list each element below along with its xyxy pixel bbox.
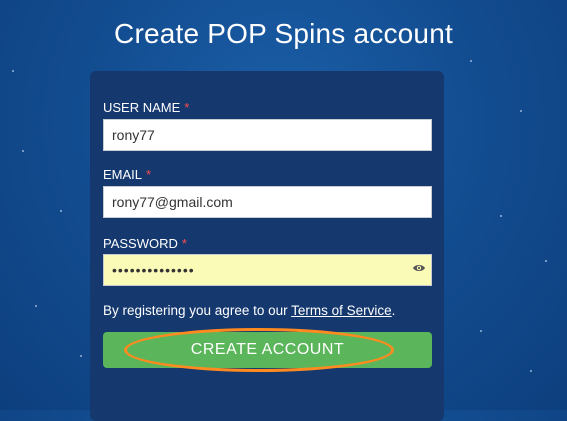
required-mark: * — [184, 100, 190, 115]
required-mark: * — [146, 167, 152, 182]
create-account-button[interactable]: CREATE ACCOUNT — [103, 332, 432, 368]
registration-form: USER NAME* EMAIL* PASSWORD* By registeri… — [90, 71, 444, 421]
page-title: Create POP Spins account — [114, 18, 453, 49]
password-label-text: PASSWORD — [103, 236, 178, 251]
email-label: EMAIL * — [103, 167, 151, 182]
terms-agreement: By registering you agree to our Terms of… — [103, 303, 395, 318]
agreement-prefix: By registering you agree to our — [103, 303, 292, 318]
password-input[interactable] — [103, 254, 432, 286]
terms-of-service-link[interactable]: Terms of Service — [291, 303, 392, 318]
password-label: PASSWORD * — [103, 236, 187, 251]
email-input[interactable] — [103, 186, 432, 218]
create-account-label: CREATE ACCOUNT — [190, 341, 345, 358]
eye-icon[interactable] — [412, 261, 426, 275]
required-mark: * — [181, 236, 187, 251]
email-label-text: EMAIL — [103, 167, 143, 182]
username-label-text: USER NAME — [103, 100, 181, 115]
agreement-suffix: . — [391, 303, 396, 318]
username-label: USER NAME * — [103, 100, 189, 115]
username-input[interactable] — [103, 119, 432, 151]
